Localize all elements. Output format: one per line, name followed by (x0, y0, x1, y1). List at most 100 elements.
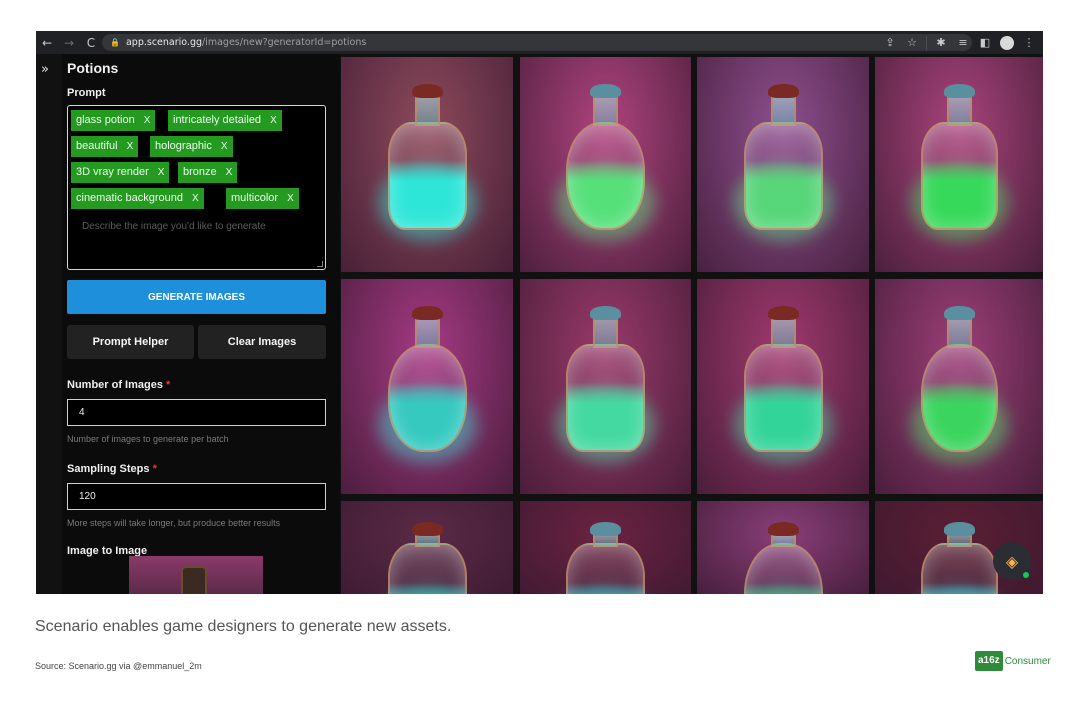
potion-bottle (566, 543, 645, 594)
menu-icon[interactable]: ⋮ (1021, 35, 1037, 51)
potion-cork (412, 84, 443, 98)
resize-handle[interactable] (317, 261, 323, 267)
potion-bottle (921, 122, 998, 230)
tag-label: intricately detailed (173, 114, 262, 126)
address-bar[interactable]: 🔒 app.scenario.gg/images/new?generatorId… (102, 34, 972, 51)
forward-icon[interactable]: → (58, 31, 80, 54)
potion-neck (947, 96, 972, 126)
potion-cork (944, 306, 975, 320)
generated-image-tile[interactable] (341, 501, 513, 594)
potion-bottle (566, 122, 645, 230)
potion-bottle (744, 344, 823, 452)
number-of-images-input[interactable]: 4 (67, 399, 326, 426)
sampling-steps-help: More steps will take longer, but produce… (67, 518, 281, 528)
remove-tag-icon[interactable]: X (287, 193, 294, 204)
potion-cork (768, 306, 799, 320)
potion-cork (590, 522, 621, 536)
sampling-steps-label: Sampling Steps * (67, 463, 157, 475)
generated-image-tile[interactable] (341, 279, 513, 494)
tag-label: glass potion (76, 114, 135, 126)
star-icon[interactable]: ☆ (904, 35, 920, 51)
clear-images-button[interactable]: Clear Images (198, 325, 326, 359)
remove-tag-icon[interactable]: X (158, 167, 165, 178)
number-of-images-help: Number of images to generate per batch (67, 434, 229, 444)
generated-image-tile[interactable] (520, 501, 691, 594)
generated-image-tile[interactable] (341, 57, 513, 272)
potion-cork (412, 306, 443, 320)
url-path: /images/new?generatorId=potions (202, 37, 367, 48)
potion-neck (771, 318, 796, 348)
generated-image-tile[interactable] (520, 57, 691, 272)
prompt-tag: multicolor X (226, 188, 299, 209)
reload-icon[interactable]: C (80, 31, 102, 54)
layers-icon: ◈ (1005, 551, 1019, 571)
preview-bottle (181, 566, 207, 594)
potion-neck (415, 96, 440, 126)
layers-button[interactable]: ◈ (993, 542, 1031, 580)
profile-icon[interactable] (999, 35, 1015, 51)
sampling-steps-input[interactable]: 120 (67, 483, 326, 510)
lock-icon: 🔒 (110, 38, 120, 47)
brand-mark: a16z (975, 651, 1003, 671)
sidebar-icon[interactable]: ◧ (977, 35, 993, 51)
potion-cork (412, 522, 443, 536)
tag-label: bronze (183, 166, 217, 178)
browser-toolbar: ← → C 🔒 app.scenario.gg/images/new?gener… (36, 31, 1043, 54)
a16z-consumer-logo: a16z Consumer (975, 650, 1051, 672)
potion-cork (944, 522, 975, 536)
prompt-label: Prompt (67, 87, 106, 99)
online-status-dot (1021, 570, 1031, 580)
expand-sidebar-icon[interactable]: » (41, 62, 49, 77)
remove-tag-icon[interactable]: X (221, 141, 228, 152)
remove-tag-icon[interactable]: X (270, 115, 277, 126)
browser-window: ← → C 🔒 app.scenario.gg/images/new?gener… (36, 31, 1043, 594)
image-to-image-preview[interactable] (129, 556, 263, 594)
slide-caption: Scenario enables game designers to gener… (35, 618, 452, 635)
tag-label: cinematic background (76, 192, 184, 204)
required-mark: * (166, 379, 171, 391)
potion-cork (590, 306, 621, 320)
share-icon[interactable]: ⇪ (882, 35, 898, 51)
url-domain: app.scenario.gg (125, 37, 203, 48)
generated-image-tile[interactable] (875, 57, 1043, 272)
potion-bottle (388, 122, 467, 230)
tag-label: multicolor (231, 192, 279, 204)
toolbar-divider (926, 35, 927, 50)
generated-image-tile[interactable] (697, 501, 869, 594)
potion-bottle (921, 344, 998, 452)
sidebar-rail: » (36, 54, 62, 594)
generated-image-tile[interactable] (697, 279, 869, 494)
remove-tag-icon[interactable]: X (127, 141, 134, 152)
tag-label: beautiful (76, 140, 118, 152)
potion-neck (593, 96, 618, 126)
brand-word: Consumer (1004, 655, 1051, 667)
generated-image-tile[interactable] (875, 279, 1043, 494)
remove-tag-icon[interactable]: X (144, 115, 151, 126)
prompt-tag: holographic X (150, 136, 233, 157)
extensions-icon[interactable]: ✱ (933, 35, 949, 51)
prompt-helper-button[interactable]: Prompt Helper (67, 325, 194, 359)
generated-image-tile[interactable] (520, 279, 691, 494)
generated-image-tile[interactable] (697, 57, 869, 272)
potion-bottle (388, 543, 467, 594)
remove-tag-icon[interactable]: X (226, 167, 233, 178)
number-of-images-label: Number of Images * (67, 379, 170, 391)
potion-bottle (744, 122, 823, 230)
tag-label: 3D vray render (76, 166, 149, 178)
prompt-tag: intricately detailed X (168, 110, 282, 131)
avatar (1000, 35, 1014, 50)
prompt-tag: cinematic background X (71, 188, 204, 209)
potion-cork (768, 84, 799, 98)
remove-tag-icon[interactable]: X (192, 193, 199, 204)
potion-neck (771, 96, 796, 126)
prompt-tag: bronze X (178, 162, 238, 183)
required-mark: * (152, 463, 157, 475)
back-icon[interactable]: ← (36, 31, 58, 54)
media-icon[interactable]: ≡ (955, 35, 971, 51)
potion-neck (947, 318, 972, 348)
prompt-input[interactable]: glass potion X intricately detailed X beau… (67, 105, 326, 270)
image-gallery (340, 54, 1043, 594)
generate-images-button[interactable]: GENERATE IMAGES (67, 280, 326, 314)
label-text: Number of Images (67, 379, 163, 391)
prompt-placeholder: Describe the image you'd like to generat… (82, 221, 266, 232)
